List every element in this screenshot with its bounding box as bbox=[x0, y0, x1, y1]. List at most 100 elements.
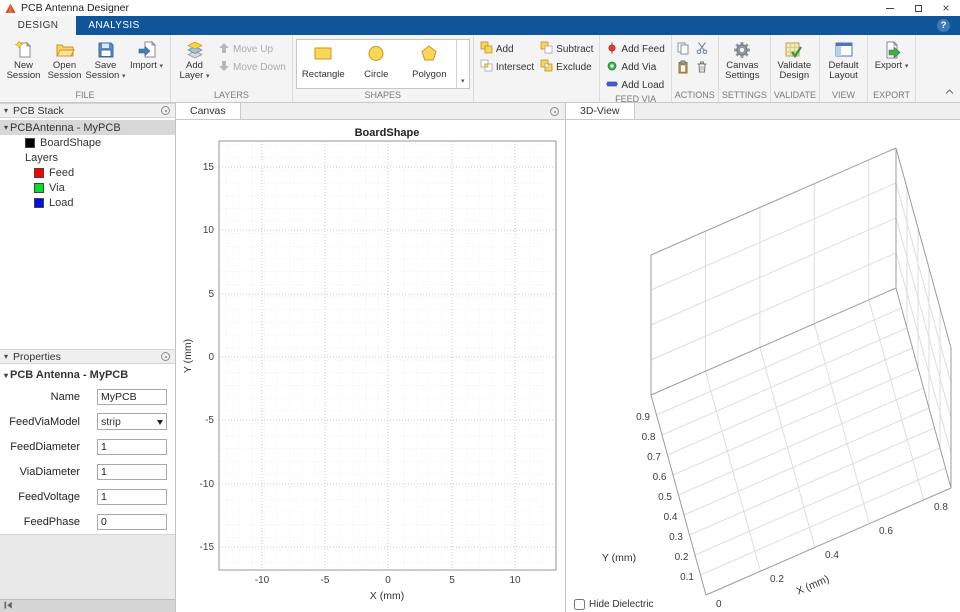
validate-design-button[interactable]: Validate Design bbox=[774, 37, 815, 81]
ribbon-section-actions: ACTIONS bbox=[672, 35, 719, 102]
cut-button[interactable] bbox=[694, 41, 710, 57]
feedphase-field[interactable] bbox=[97, 513, 167, 530]
feedviamodel-value: strip bbox=[101, 415, 121, 428]
properties-group-header[interactable]: ▾ PCB Antenna - MyPCB bbox=[0, 366, 175, 384]
export-button[interactable]: Export ▾ bbox=[871, 37, 912, 72]
feedphase-label: FeedPhase bbox=[23, 515, 80, 528]
dock-left-icon[interactable] bbox=[3, 600, 13, 612]
rectangle-shape-button[interactable]: Rectangle bbox=[297, 40, 350, 88]
ribbon: New Session Open Session Save Session ▾ … bbox=[0, 35, 960, 104]
pcb-stack-options-icon[interactable] bbox=[161, 106, 170, 115]
open-session-label: Open Session bbox=[47, 60, 82, 81]
y3d-tick-label: 0.5 bbox=[658, 492, 672, 503]
x-axis-label: X (mm) bbox=[370, 590, 404, 602]
gallery-expand-button[interactable]: ▾ bbox=[455, 40, 469, 88]
add-layer-icon bbox=[185, 39, 205, 61]
feeddiameter-field[interactable] bbox=[97, 438, 167, 455]
pcb-stack-header[interactable]: ▾ PCB Stack bbox=[0, 103, 175, 118]
ribbon-filler bbox=[916, 35, 960, 102]
hide-dielectric-label: Hide Dielectric bbox=[589, 599, 654, 610]
boolean-intersect-button[interactable]: Intersect bbox=[477, 58, 537, 76]
maximize-button[interactable] bbox=[904, 0, 932, 16]
add-feed-button[interactable]: Add Feed bbox=[603, 40, 667, 58]
circle-shape-button[interactable]: Circle bbox=[350, 40, 403, 88]
canvas-settings-button[interactable]: Canvas Settings bbox=[722, 37, 763, 81]
y3d-axis-label: Y (mm) bbox=[602, 552, 636, 564]
hide-dielectric-checkbox[interactable] bbox=[574, 599, 585, 610]
circle-label: Circle bbox=[364, 69, 389, 80]
delete-button[interactable] bbox=[694, 60, 710, 76]
properties-header[interactable]: ▾ Properties bbox=[0, 349, 175, 364]
name-field[interactable] bbox=[97, 388, 167, 405]
plot-title: BoardShape bbox=[355, 127, 420, 139]
feedvoltage-field[interactable] bbox=[97, 488, 167, 505]
feedviamodel-select[interactable]: strip bbox=[97, 413, 167, 430]
view3d-plot[interactable]: 0.1 0.2 0.3 0.4 0.5 0.6 0.7 0.8 0.9 0 0.… bbox=[566, 120, 959, 612]
x3d-tick-label: 0.2 bbox=[770, 574, 784, 585]
canvas-panel: Canvas BoardShape -10 -5 0 5 10 15 10 5 … bbox=[176, 103, 566, 612]
y-tick-label: -5 bbox=[205, 415, 214, 426]
y3d-tick-label: 0.9 bbox=[636, 412, 650, 423]
section-label-actions: ACTIONS bbox=[674, 90, 715, 100]
close-button[interactable]: × bbox=[932, 0, 960, 16]
tree-item-layers[interactable]: Layers bbox=[0, 150, 175, 165]
add-load-button[interactable]: Add Load bbox=[603, 76, 667, 94]
board-shape-plot[interactable]: BoardShape -10 -5 0 5 10 15 10 5 0 -5 -1… bbox=[176, 120, 565, 612]
section-label-layers: LAYERS bbox=[213, 90, 249, 100]
tree-item-load[interactable]: Load bbox=[0, 195, 175, 210]
board-shape-plot-area[interactable]: BoardShape -10 -5 0 5 10 15 10 5 0 -5 -1… bbox=[176, 120, 565, 612]
boolean-exclude-button[interactable]: Exclude bbox=[537, 58, 596, 76]
canvas-tab-bar: Canvas bbox=[176, 103, 565, 120]
dropdown-arrow-icon: ▾ bbox=[159, 63, 164, 70]
help-button[interactable]: ? bbox=[937, 19, 950, 32]
move-down-button[interactable]: Move Down bbox=[215, 58, 289, 76]
y3d-tick-label: 0.6 bbox=[653, 472, 667, 483]
add-via-button[interactable]: Add Via bbox=[603, 58, 667, 76]
property-row-feedvoltage: FeedVoltage bbox=[0, 484, 175, 509]
paste-button[interactable] bbox=[675, 60, 691, 76]
tree-item-via[interactable]: Via bbox=[0, 180, 175, 195]
minimize-button[interactable] bbox=[876, 0, 904, 16]
view3d-plot-area[interactable]: 0.1 0.2 0.3 0.4 0.5 0.6 0.7 0.8 0.9 0 0.… bbox=[566, 120, 960, 612]
canvas-options-icon[interactable] bbox=[550, 107, 559, 116]
import-button[interactable]: Import ▾ bbox=[126, 37, 167, 72]
save-session-button[interactable]: Save Session ▾ bbox=[85, 37, 126, 82]
default-layout-button[interactable]: Default Layout bbox=[823, 37, 864, 81]
section-label-export: EXPORT bbox=[873, 90, 910, 100]
collapse-ribbon-button[interactable] bbox=[945, 86, 954, 98]
boolean-subtract-button[interactable]: Subtract bbox=[537, 40, 596, 58]
feeddiameter-label: FeedDiameter bbox=[10, 440, 80, 453]
tree-item-feed[interactable]: Feed bbox=[0, 165, 175, 180]
new-session-button[interactable]: New Session bbox=[3, 37, 44, 81]
polygon-icon bbox=[419, 44, 439, 67]
name-label: Name bbox=[50, 390, 80, 403]
tab-design[interactable]: DESIGN bbox=[0, 16, 76, 35]
add-load-label: Add Load bbox=[621, 79, 665, 91]
properties-options-icon[interactable] bbox=[161, 352, 170, 361]
copy-button[interactable] bbox=[675, 41, 691, 57]
tree-item-via-label: Via bbox=[49, 181, 65, 194]
view3d-tab-bar: 3D-View bbox=[566, 103, 960, 120]
tab-canvas[interactable]: Canvas bbox=[176, 103, 241, 119]
move-up-button[interactable]: Move Up bbox=[215, 40, 289, 58]
import-icon bbox=[137, 39, 157, 61]
ribbon-section-file: New Session Open Session Save Session ▾ … bbox=[0, 35, 171, 102]
tree-item-pcbantenna[interactable]: ▾ PCBAntenna - MyPCB bbox=[0, 120, 175, 135]
app-icon bbox=[5, 3, 16, 14]
tab-3d-view[interactable]: 3D-View bbox=[566, 103, 635, 119]
move-up-label: Move Up bbox=[233, 43, 274, 55]
add-layer-button[interactable]: Add Layer ▾ bbox=[174, 37, 215, 82]
collapse-triangle-icon: ▾ bbox=[4, 106, 9, 115]
viadiameter-field[interactable] bbox=[97, 463, 167, 480]
boolean-add-button[interactable]: Add bbox=[477, 40, 537, 58]
y-tick-label: -15 bbox=[200, 542, 215, 553]
tab-analysis[interactable]: ANALYSIS bbox=[76, 16, 152, 35]
boolean-intersect-label: Intersect bbox=[495, 61, 535, 73]
section-label-boolean bbox=[477, 90, 597, 102]
polygon-shape-button[interactable]: Polygon bbox=[403, 40, 456, 88]
boolean-intersect-icon bbox=[480, 59, 493, 75]
tree-item-boardshape[interactable]: BoardShape bbox=[0, 135, 175, 150]
open-session-button[interactable]: Open Session bbox=[44, 37, 85, 81]
y3d-tick-label: 0.8 bbox=[642, 432, 656, 443]
boolean-add-label: Add bbox=[495, 43, 514, 55]
